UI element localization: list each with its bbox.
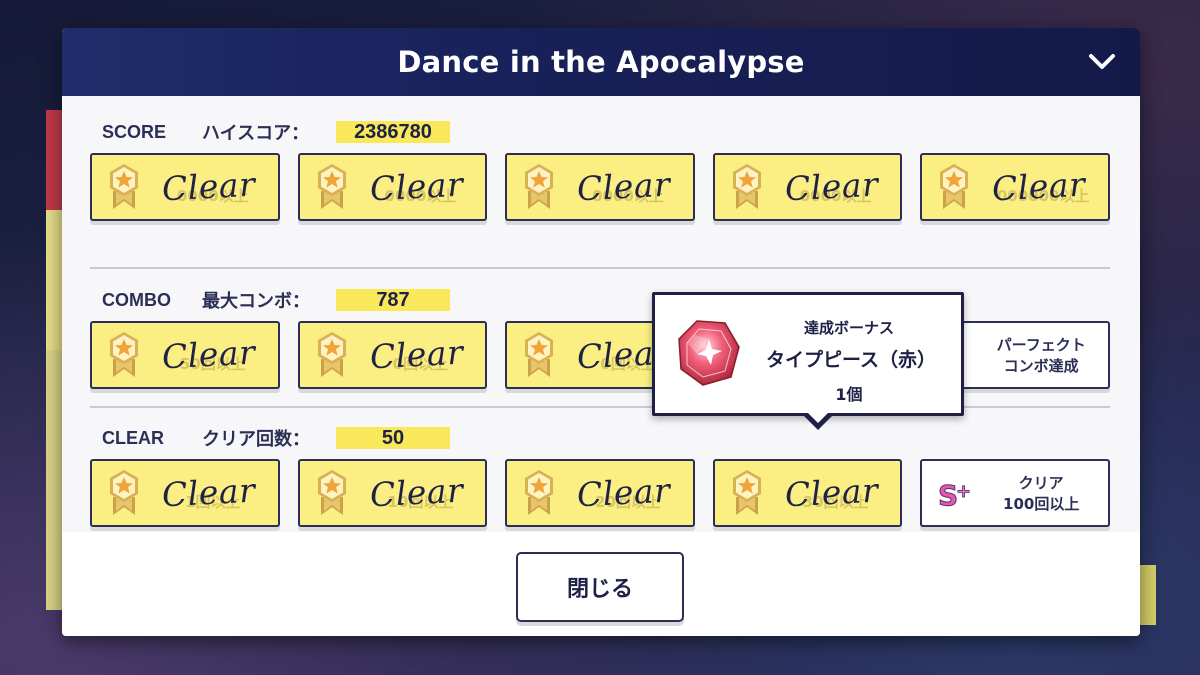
clear-stamp: Clear: [368, 164, 464, 209]
score-achievement-card[interactable]: 0000以上 Clear: [90, 153, 280, 221]
medal-icon: [938, 163, 970, 211]
modal-footer: 閉じる: [62, 532, 1140, 636]
high-score-value: 2386780: [336, 121, 450, 143]
clear-stamp: Clear: [783, 164, 880, 209]
score-achievement-card[interactable]: 0000以上 Clear: [505, 153, 695, 221]
tooltip-pointer-fill: [806, 411, 830, 423]
medal-icon: [523, 331, 555, 379]
clear-achievement-card[interactable]: 30回以上 Clear: [712, 459, 903, 527]
achievement-condition: クリア 100回以上: [978, 473, 1104, 515]
medal-icon: [523, 469, 555, 517]
score-key: SCORE: [102, 121, 167, 142]
clear-stamp: Clear: [991, 164, 1087, 209]
achievement-content: SCORE ハイスコア： 2386780 0000以上 Clear 0000以上…: [62, 96, 1140, 546]
bonus-tooltip: 達成ボーナス タイプピース（赤） 1個: [652, 292, 964, 430]
max-combo-label: 最大コンボ：: [202, 291, 310, 312]
condition-line: クリア: [1018, 474, 1064, 492]
section-divider: [90, 267, 1110, 269]
clear-stamp: Clear: [783, 470, 880, 515]
close-button[interactable]: 閉じる: [516, 552, 684, 622]
bonus-title: 達成ボーナス: [803, 319, 894, 337]
clear-stamp: Clear: [161, 332, 257, 377]
max-combo-value: 787: [336, 289, 450, 311]
clear-stamp: Clear: [161, 164, 257, 209]
combo-achievement-card[interactable]: 50回以上 Clear: [90, 321, 280, 389]
red-gem-icon: [678, 320, 740, 386]
clear-key: CLEAR: [102, 427, 164, 448]
medal-icon: [316, 331, 348, 379]
medal-icon: [108, 331, 140, 379]
song-title: Dance in the Apocalypse: [397, 45, 805, 79]
medal-icon: [731, 469, 763, 517]
high-score-label: ハイスコア：: [202, 123, 310, 144]
clear-stamp: Clear: [576, 470, 672, 515]
condition-line: 100回以上: [1003, 495, 1080, 513]
clear-stamp: Clear: [368, 332, 464, 377]
combo-key: COMBO: [102, 289, 171, 310]
score-section: SCORE ハイスコア： 2386780 0000以上 Clear 0000以上…: [90, 120, 1110, 221]
score-achievement-card[interactable]: 000000以上 Clear: [920, 153, 1110, 221]
medal-icon: [316, 163, 348, 211]
medal-icon: [523, 163, 555, 211]
bonus-item-name: タイプピース（赤）: [765, 349, 937, 371]
clear-achievement-card[interactable]: 20回以上 Clear: [505, 459, 695, 527]
modal-header: Dance in the Apocalypse: [62, 28, 1140, 96]
svg-text:+: +: [956, 481, 971, 502]
clear-100-achievement-card[interactable]: S + クリア 100回以上: [920, 459, 1110, 527]
clear-stamp: Clear: [161, 470, 257, 515]
condition-line: パーフェクト: [996, 336, 1086, 354]
song-achievement-modal: Dance in the Apocalypse SCORE ハイスコア： 238…: [62, 28, 1140, 636]
clear-achievement-card[interactable]: 1回以上 Clear: [90, 459, 280, 527]
medal-icon: [108, 469, 140, 517]
medal-icon: [731, 163, 763, 211]
score-achievement-card[interactable]: 0000以上 Clear: [297, 153, 488, 221]
clear-achievement-card[interactable]: 10回以上 Clear: [297, 459, 488, 527]
s-plus-icon: S +: [938, 479, 972, 513]
tooltip-pointer: [802, 411, 834, 430]
score-achievement-card[interactable]: 0000以上 Clear: [712, 153, 903, 221]
clear-cards: 1回以上 Clear 10回以上 Clear 20回以上 Clear 30回以上…: [90, 459, 1110, 527]
achievement-condition: パーフェクト コンボ達成: [978, 335, 1104, 377]
collapse-button[interactable]: [1086, 48, 1118, 76]
clear-count-value: 50: [336, 427, 450, 449]
score-header: SCORE ハイスコア： 2386780: [90, 120, 1110, 144]
clear-count-label: クリア回数：: [202, 429, 310, 450]
chevron-down-icon: [1089, 54, 1115, 69]
clear-section: CLEAR クリア回数： 50 1回以上 Clear 10回以上 Clear 2…: [90, 426, 1110, 527]
medal-icon: [108, 163, 140, 211]
score-cards: 0000以上 Clear 0000以上 Clear 0000以上 Clear 0…: [90, 153, 1110, 221]
bonus-quantity: 1個: [835, 385, 863, 404]
medal-icon: [316, 469, 348, 517]
combo-achievement-card[interactable]: 0回以上 Clear: [297, 321, 488, 389]
clear-stamp: Clear: [368, 470, 464, 515]
clear-stamp: Clear: [576, 164, 672, 209]
clear-header: CLEAR クリア回数： 50: [90, 426, 1110, 450]
condition-line: コンボ達成: [1003, 357, 1079, 375]
